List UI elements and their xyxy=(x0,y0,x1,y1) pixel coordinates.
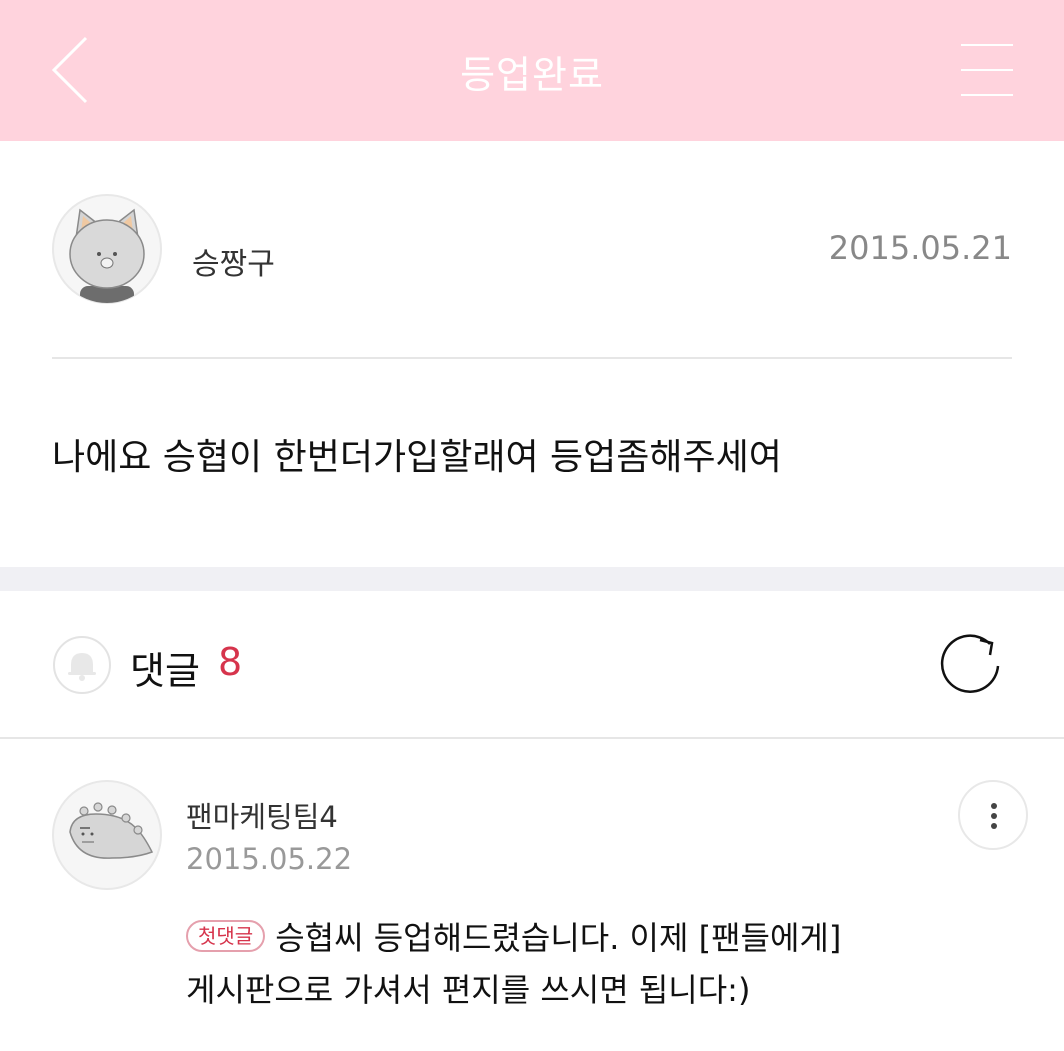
cat-avatar-icon xyxy=(52,194,162,304)
dinosaur-avatar-icon xyxy=(52,780,162,890)
divider xyxy=(52,357,1012,359)
post-body: 나에요 승협이 한번더가입할래여 등업좀해주세여 xyxy=(52,437,782,478)
comment-text-line-2: 게시판으로 가셔서 편지를 쓰시면 됩니다:) xyxy=(186,971,751,1009)
refresh-icon xyxy=(940,634,1000,693)
divider xyxy=(0,737,1064,739)
hamburger-line xyxy=(961,94,1013,96)
author-avatar[interactable] xyxy=(52,194,162,304)
first-comment-badge: 첫댓글 xyxy=(186,920,266,952)
notification-bell-button[interactable] xyxy=(52,635,112,695)
bell-icon xyxy=(53,636,111,694)
post-date: 2015.05.21 xyxy=(828,229,1012,267)
comment-body: 첫댓글 승협씨 등업해드렸습니다. 이제 [팬들에게] 게시판으로 가셔서 편지를… xyxy=(186,912,1046,1016)
commenter-name[interactable]: 팬마케팅팀4 xyxy=(186,794,338,836)
comment-text-line-1: 승협씨 등업해드렸습니다. 이제 [팬들에게] xyxy=(275,919,842,957)
section-separator xyxy=(0,567,1064,591)
hamburger-menu-icon xyxy=(961,44,1013,46)
refresh-button[interactable] xyxy=(934,626,1006,698)
menu-button[interactable] xyxy=(955,40,1019,100)
commenter-avatar[interactable] xyxy=(52,780,162,890)
more-vertical-icon xyxy=(991,803,997,809)
post-author-name[interactable]: 승짱구 xyxy=(192,239,275,283)
hamburger-line xyxy=(961,69,1013,71)
comment-more-options-button[interactable] xyxy=(958,780,1028,850)
top-app-bar: 등업완료 xyxy=(0,0,1064,141)
comments-count: 8 xyxy=(218,640,243,684)
more-vertical-dot xyxy=(991,823,997,829)
comment-date: 2015.05.22 xyxy=(186,842,353,876)
comments-label: 댓글 xyxy=(130,649,200,693)
comment-line-1: 첫댓글 승협씨 등업해드렸습니다. 이제 [팬들에게] xyxy=(186,912,1046,964)
more-vertical-dot xyxy=(991,813,997,819)
page-title: 등업완료 xyxy=(460,53,604,97)
